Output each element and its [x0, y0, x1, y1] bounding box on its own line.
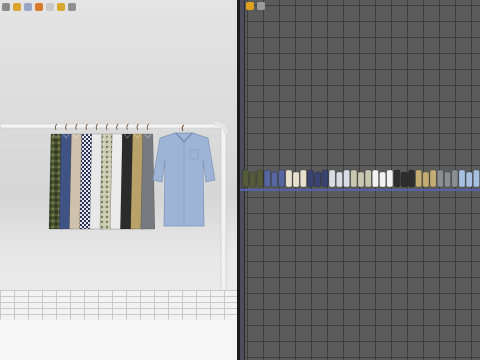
pattern-piece[interactable]: [307, 169, 314, 188]
pattern-piece[interactable]: [429, 169, 437, 188]
move-icon[interactable]: [13, 3, 21, 11]
pattern-piece[interactable]: [379, 171, 386, 188]
lightblue-pieces[interactable]: [458, 169, 480, 188]
pattern-piece[interactable]: [336, 171, 343, 188]
pattern-piece[interactable]: [249, 171, 257, 188]
light-blue-shirt[interactable]: [152, 124, 216, 227]
pattern-piece[interactable]: [386, 169, 394, 188]
pattern-piece[interactable]: [364, 169, 372, 188]
viewport-toolbar: [2, 2, 76, 12]
pattern-piece[interactable]: [292, 171, 300, 188]
floral-pieces[interactable]: [350, 169, 372, 188]
khaki-pieces[interactable]: [415, 169, 437, 188]
pattern-pieces-row: [242, 169, 480, 188]
white-pieces-2[interactable]: [372, 169, 394, 188]
pattern-toolbar: [246, 2, 265, 10]
garment-body: [140, 133, 156, 230]
floor-edge: [0, 320, 237, 360]
pattern-piece[interactable]: [458, 169, 466, 188]
white-pieces[interactable]: [328, 169, 350, 188]
pattern-piece[interactable]: [242, 169, 249, 188]
pattern-piece[interactable]: [343, 169, 350, 188]
pattern-piece[interactable]: [278, 169, 286, 188]
gear-icon[interactable]: [257, 2, 265, 10]
sun-icon[interactable]: [246, 2, 254, 10]
3d-viewport[interactable]: [0, 0, 237, 360]
pattern-piece[interactable]: [465, 171, 473, 188]
2d-pattern-window[interactable]: [240, 0, 480, 360]
cloud-icon[interactable]: [68, 3, 76, 11]
grey-shirt[interactable]: [140, 123, 156, 230]
rack-corner: [213, 122, 228, 135]
fold-icon[interactable]: [46, 3, 54, 11]
floor-grid: [0, 290, 237, 320]
selection-baseline: [240, 189, 480, 191]
rack-upright: [220, 125, 227, 299]
pattern-piece[interactable]: [357, 171, 365, 188]
pattern-piece[interactable]: [451, 169, 459, 188]
cream-pieces[interactable]: [285, 169, 307, 188]
pattern-piece[interactable]: [271, 171, 278, 188]
pattern-piece[interactable]: [263, 169, 271, 188]
select-icon[interactable]: [2, 3, 10, 11]
pattern-piece[interactable]: [393, 169, 401, 188]
camo-pieces[interactable]: [242, 169, 264, 188]
pattern-piece[interactable]: [285, 169, 293, 188]
pattern-piece[interactable]: [350, 169, 358, 188]
black-pieces[interactable]: [393, 169, 415, 188]
pattern-piece[interactable]: [314, 171, 322, 188]
pattern-piece[interactable]: [444, 171, 451, 188]
rack-top-bar: [0, 123, 227, 129]
pattern-piece[interactable]: [400, 171, 408, 188]
pattern-piece[interactable]: [321, 169, 329, 188]
pattern-piece[interactable]: [415, 169, 423, 188]
pattern-piece[interactable]: [328, 169, 336, 188]
grey-pieces[interactable]: [436, 169, 459, 188]
gingham-pieces[interactable]: [307, 169, 329, 188]
rotate-icon[interactable]: [24, 3, 32, 11]
pattern-piece[interactable]: [473, 169, 480, 188]
pattern-piece[interactable]: [372, 169, 379, 188]
tag-icon[interactable]: [57, 3, 65, 11]
pattern-piece[interactable]: [256, 169, 264, 188]
pattern-piece[interactable]: [436, 169, 444, 188]
pattern-piece[interactable]: [299, 169, 307, 188]
avatar-icon[interactable]: [35, 3, 43, 11]
pattern-piece[interactable]: [422, 171, 430, 188]
blue-pieces[interactable]: [263, 169, 286, 188]
pattern-piece[interactable]: [408, 169, 415, 188]
